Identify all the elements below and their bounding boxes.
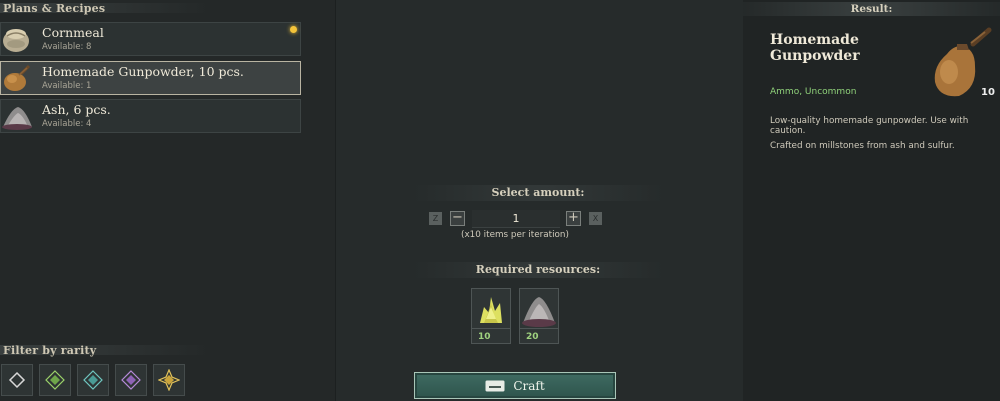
amount-input[interactable]: 1 [472, 210, 560, 228]
result-item-name: Homemade Gunpowder [770, 32, 860, 64]
legendary-star-icon [158, 369, 180, 391]
ash-pile-icon [1, 101, 34, 131]
resource-slot-ash[interactable]: 20 [519, 288, 559, 344]
recipes-panel: Plans & Recipes Cornmeal Available: 8 Ho… [0, 0, 336, 401]
recipe-item-cornmeal[interactable]: Cornmeal Available: 8 [0, 22, 301, 56]
recipes-title: Plans & Recipes [3, 2, 106, 15]
recipe-available: Available: 8 [42, 42, 92, 52]
recipe-available: Available: 1 [42, 81, 92, 91]
result-title: Result: [743, 2, 1000, 16]
rarity-filter-uncommon[interactable] [39, 364, 71, 396]
result-panel: Result: Homemade Gunpowder Ammo, Uncommo… [743, 0, 1000, 401]
craft-panel: Select amount: Z − 1 + X (x10 items per … [337, 0, 743, 401]
rarity-filter-legendary[interactable] [153, 364, 185, 396]
sulfur-crystal-icon [472, 289, 510, 329]
spacebar-key-icon [485, 380, 505, 391]
decrease-key-hint: Z [429, 212, 442, 225]
result-description: Low-quality homemade gunpowder. Use with… [770, 116, 969, 136]
filter-title: Filter by rarity [3, 344, 97, 357]
increase-amount-button[interactable]: + [566, 211, 581, 226]
per-iteration-note: (x10 items per iteration) [461, 230, 569, 240]
rare-diamond-icon [83, 370, 103, 390]
recipe-name: Ash, 6 pcs. [42, 102, 111, 117]
common-diamond-icon [8, 371, 26, 389]
result-crafted-on: Crafted on millstones from ash and sulfu… [770, 141, 955, 151]
rarity-filter-rare[interactable] [77, 364, 109, 396]
decrease-amount-button[interactable]: − [450, 211, 465, 226]
recipe-name: Homemade Gunpowder, 10 pcs. [42, 64, 244, 79]
resource-slot-sulfur[interactable]: 10 [471, 288, 511, 344]
rarity-filter-epic[interactable] [115, 364, 147, 396]
result-category: Ammo, Uncommon [770, 87, 857, 97]
resource-quantity: 10 [478, 332, 491, 342]
recipe-item-homemade-gunpowder[interactable]: Homemade Gunpowder, 10 pcs. Available: 1 [0, 61, 301, 95]
new-indicator-icon [290, 26, 297, 33]
gunpowder-flask-icon [1, 63, 34, 93]
recipe-name: Cornmeal [42, 25, 104, 40]
select-amount-title: Select amount: [413, 185, 663, 201]
result-count: 10 [981, 87, 995, 98]
epic-diamond-icon [121, 370, 141, 390]
ash-pile-icon [520, 289, 558, 329]
rarity-filter-common[interactable] [1, 364, 33, 396]
resource-quantity: 20 [526, 332, 539, 342]
increase-key-hint: X [589, 212, 602, 225]
recipe-item-ash[interactable]: Ash, 6 pcs. Available: 4 [0, 99, 301, 133]
craft-button[interactable]: Craft [414, 372, 616, 399]
cornmeal-sack-icon [1, 24, 34, 54]
uncommon-diamond-icon [45, 370, 65, 390]
required-resources-title: Required resources: [413, 262, 663, 278]
craft-label: Craft [513, 378, 545, 393]
recipe-available: Available: 4 [42, 119, 92, 129]
